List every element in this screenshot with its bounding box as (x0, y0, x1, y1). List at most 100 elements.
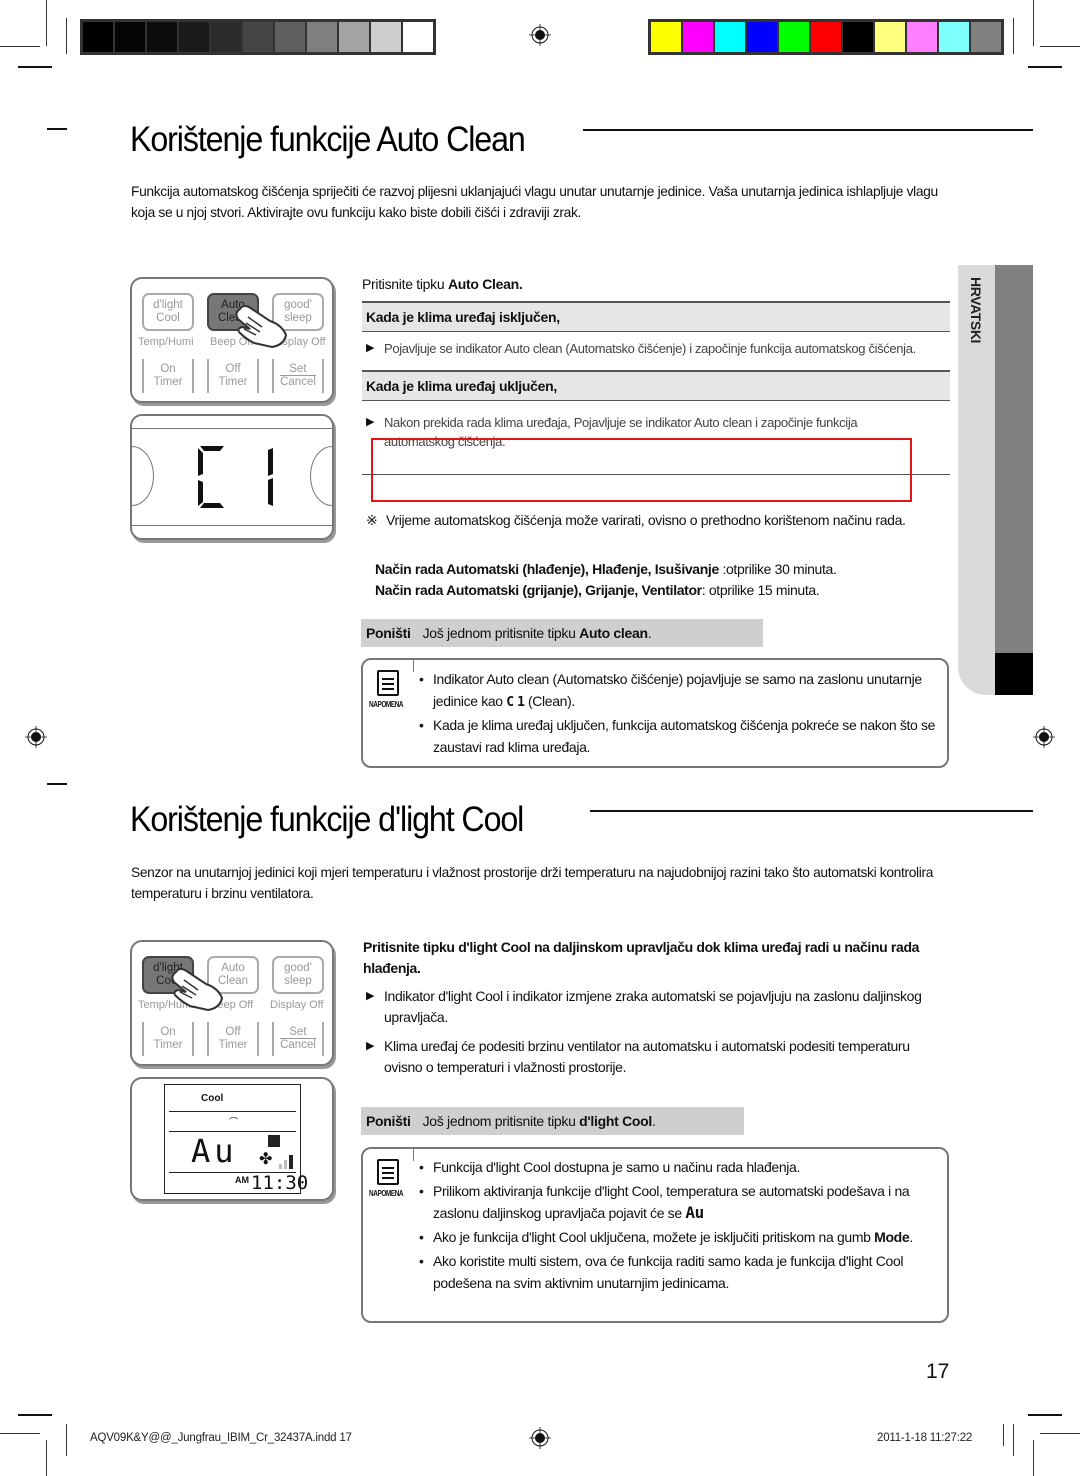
time-note: ※ Vrijeme automatskog čišćenja može varir… (366, 510, 946, 531)
dlight-cool-indicator-icon: ⌒ (229, 1117, 239, 1127)
crop-mark (47, 128, 67, 130)
au-glyph: Au (685, 1203, 704, 1222)
note-label: NAPOMENA (369, 700, 404, 709)
remote-button-good-sleep: good' sleep (272, 956, 324, 994)
intro-paragraph: Senzor na unutarnjoj jedinici koji mjeri… (131, 865, 934, 901)
triangle-bullet-icon: ▶ (366, 416, 375, 428)
remote-button-set-cancel: Set Cancel (272, 1022, 324, 1056)
color-swatch (275, 22, 305, 52)
color-swatch (907, 22, 937, 52)
fan-icon: ✤ (259, 1151, 273, 1168)
color-swatch (147, 22, 177, 52)
footer-filename: AQV09K&Y@@_Jungfrau_IBIM_Cr_32437A.indd … (90, 1432, 352, 1444)
registration-mark-icon (25, 726, 47, 748)
mode-duration-2: Način rada Automatski (grijanje), Grijan… (375, 582, 820, 598)
color-swatch (715, 22, 745, 52)
crop-mark (0, 46, 40, 47)
note-item: • Ako koristite multi sistem, ova će funk… (419, 1253, 904, 1291)
crop-mark (1013, 18, 1014, 54)
section-title-dlight-cool: Korištenje funkcije d'light Cool (130, 800, 524, 839)
note-box-auto-clean: NAPOMENA • Indikator Auto clean (Automats… (361, 658, 949, 768)
crop-mark (66, 18, 67, 54)
color-swatch (371, 22, 401, 52)
crop-mark (1040, 46, 1080, 47)
color-swatch (843, 22, 873, 52)
remote-button-set-cancel: Set Cancel (272, 359, 324, 393)
crop-mark (18, 1414, 52, 1416)
color-swatch (179, 22, 209, 52)
remote-button-off-timer: Off Timer (207, 1022, 259, 1056)
air-exchange-icon (268, 1135, 280, 1147)
color-swatch (403, 22, 433, 52)
c1-seven-segment-display (198, 446, 273, 508)
language-side-tab: HRVATSKI (958, 265, 1033, 695)
bullet-when-off: ▶ Pojavljuje se indikator Auto clean (Aut… (366, 341, 916, 356)
registration-mark-icon (529, 1427, 551, 1449)
triangle-bullet-icon: ▶ (366, 1040, 375, 1052)
registration-mark-icon (1033, 726, 1055, 748)
color-swatch (939, 22, 969, 52)
color-swatch (875, 22, 905, 52)
bullet-item: ▶ Klima uređaj će podesiti brzinu ventila… (366, 1038, 910, 1075)
c1-glyph: C1 (506, 695, 528, 710)
section-title-auto-clean: Korištenje funkcije Auto Clean (130, 120, 526, 159)
remote-button-off-timer: Off Timer (207, 359, 259, 393)
crop-mark (1003, 1424, 1004, 1446)
color-swatch (115, 22, 145, 52)
triangle-bullet-icon: ▶ (366, 990, 375, 1002)
color-swatch (211, 22, 241, 52)
fan-speed-bars (279, 1155, 295, 1169)
heading-when-on: Kada je klima uređaj uključen, (362, 370, 950, 400)
crop-mark (1013, 1424, 1014, 1456)
language-label: HRVATSKI (968, 277, 984, 344)
lcd-mode-label: Cool (201, 1093, 224, 1104)
note-item: • Prilikom aktiviranja funkcije d'light C… (419, 1183, 910, 1222)
crop-mark (1028, 1414, 1062, 1416)
reference-mark-icon: ※ (366, 512, 378, 528)
color-swatch (811, 22, 841, 52)
lcd-am-pm: AM (235, 1175, 249, 1185)
lcd-main-readout: Au (191, 1132, 238, 1170)
triangle-bullet-icon: ▶ (366, 342, 375, 354)
color-swatch (971, 22, 1001, 52)
remote-lcd-illustration: Cool ⌒ Au ✤ AM 11:30 (130, 1077, 334, 1201)
page-number: 17 (926, 1360, 950, 1383)
crop-mark (66, 1424, 67, 1446)
bullet-item: ▶ Indikator d'light Cool i indikator izmj… (366, 988, 922, 1025)
cancel-instruction-bar: Poništi Još jednom pritisnite tipku d'lig… (361, 1107, 744, 1135)
pressing-hand-icon (171, 968, 224, 1012)
crop-mark (1040, 1433, 1080, 1434)
crop-mark (1028, 66, 1062, 68)
remote-label-display-off: Display Off (270, 999, 324, 1011)
color-swatch (243, 22, 273, 52)
note-label: NAPOMENA (369, 1189, 404, 1198)
dlight-step-instruction: Pritisnite tipku d'light Cool na daljins… (363, 939, 920, 976)
divider (362, 400, 950, 401)
note-item: • Ako je funkcija d'light Cool uključena,… (419, 1229, 913, 1245)
remote-button-on-timer: On Timer (142, 1022, 194, 1056)
crop-mark (0, 1433, 40, 1434)
title-rule (590, 810, 1033, 812)
color-swatch (747, 22, 777, 52)
color-swatch (83, 22, 113, 52)
mode-duration-1: Način rada Automatski (hlađenje), Hlađen… (375, 561, 837, 577)
note-box-dlight-cool: NAPOMENA • Funkcija d'light Cool dostupna… (361, 1147, 949, 1323)
remote-button-dlight-cool: d'light Cool (142, 293, 194, 331)
divider (362, 331, 950, 332)
remote-button-on-timer: On Timer (142, 359, 194, 393)
note-item: • Kada je klima uređaj uključen, funkcija… (419, 717, 936, 755)
lcd-clock: 11:30 (251, 1172, 309, 1194)
footer-timestamp: 2011-1-18 11:27:22 (877, 1432, 973, 1444)
color-swatch (307, 22, 337, 52)
crop-mark (46, 0, 47, 46)
note-item: • Funkcija d'light Cool dostupna je samo … (419, 1159, 800, 1175)
crop-mark (46, 1440, 47, 1476)
registration-mark-icon (529, 24, 551, 46)
crop-mark (1033, 1440, 1034, 1476)
heading-when-off: Kada je klima uređaj isključen, (362, 301, 950, 331)
color-calibration-bar (648, 19, 1004, 55)
highlight-box (371, 438, 912, 502)
note-item: • Indikator Auto clean (Automatsko čišćen… (419, 671, 922, 710)
crop-mark (47, 783, 67, 785)
intro-paragraph: Funkcija automatskog čišćenja spriječiti… (131, 184, 938, 220)
